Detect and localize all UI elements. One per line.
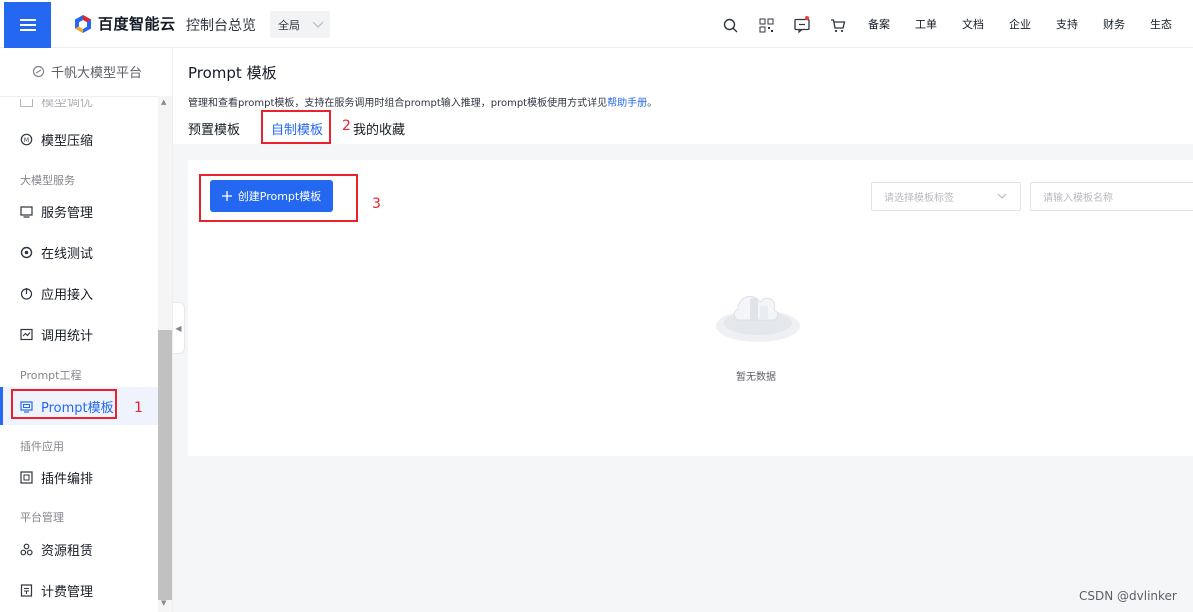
scroll-down-icon[interactable]: ▼ xyxy=(161,599,166,607)
chevron-down-icon xyxy=(997,193,1007,199)
tab-my-favorites[interactable]: 我的收藏 xyxy=(353,119,405,138)
empty-state-text: 暂无数据 xyxy=(736,372,776,383)
chevron-left-icon: ◀ xyxy=(175,323,182,333)
nav-group-llm-service: 大模型服务 xyxy=(20,174,75,187)
sidebar: 千帆大模型平台 模型调优 M 模型压缩 大模型服务 服务管理 在线测试 应用接入… xyxy=(0,48,173,612)
nav-link-ticket[interactable]: 工单 xyxy=(915,16,962,32)
nav-link-beian[interactable]: 备案 xyxy=(868,16,915,32)
page-description: 管理和查看prompt模板，支持在服务调用时组合prompt输入推理，promp… xyxy=(188,98,658,109)
baidu-cloud-logo-icon xyxy=(75,14,91,33)
platform-switcher[interactable]: 千帆大模型平台 xyxy=(32,62,142,81)
sidebar-item-plugin-orchestration[interactable]: 插件编排 xyxy=(20,468,93,487)
message-icon[interactable] xyxy=(784,14,820,36)
sidebar-collapse-button[interactable]: ◀ xyxy=(173,302,185,354)
nav-link-docs[interactable]: 文档 xyxy=(962,16,1009,32)
annotation-box-3 xyxy=(199,174,358,222)
watermark: CSDN @dvlinker xyxy=(1079,589,1177,603)
sidebar-item-resource-rental[interactable]: 资源租赁 xyxy=(20,540,93,559)
platform-icon xyxy=(32,65,45,78)
nav-group-platform-manage: 平台管理 xyxy=(20,511,64,524)
chevron-down-icon xyxy=(312,21,324,28)
annotation-label-3: 3 xyxy=(372,196,381,212)
plug-icon xyxy=(20,288,33,300)
help-manual-link[interactable]: 帮助手册 xyxy=(607,98,647,109)
template-name-search-input[interactable]: 请输入模板名称 xyxy=(1030,182,1193,211)
top-nav-links: 备案 工单 文档 企业 支持 财务 生态 xyxy=(868,16,1193,32)
region-select[interactable]: 全局 xyxy=(270,11,330,38)
nav-link-support[interactable]: 支持 xyxy=(1056,16,1103,32)
service-icon xyxy=(20,206,33,218)
brand-logo[interactable]: 百度智能云 xyxy=(74,13,176,34)
nav-group-prompt-engineering: Prompt工程 xyxy=(20,369,82,382)
page-title: Prompt 模板 xyxy=(188,64,277,82)
annotation-label-2: 2 xyxy=(342,118,351,134)
template-tag-select[interactable]: 请选择模板标签 xyxy=(871,182,1021,211)
cart-icon[interactable] xyxy=(820,14,856,36)
compress-icon: M xyxy=(20,133,33,146)
search-icon[interactable] xyxy=(712,14,748,36)
sidebar-scroll-thumb[interactable] xyxy=(158,330,172,600)
nav-link-finance[interactable]: 财务 xyxy=(1103,16,1150,32)
qrcode-icon[interactable] xyxy=(748,14,784,36)
brand-name: 百度智能云 xyxy=(98,15,176,33)
stats-icon xyxy=(20,328,33,341)
console-overview-link[interactable]: 控制台总览 xyxy=(186,15,256,35)
region-value: 全局 xyxy=(278,18,300,32)
notification-dot xyxy=(805,16,809,20)
sidebar-item-app-access[interactable]: 应用接入 xyxy=(20,284,93,303)
search-placeholder: 请输入模板名称 xyxy=(1043,193,1113,204)
sidebar-item-model-compress[interactable]: M 模型压缩 xyxy=(20,130,93,149)
annotation-box-1 xyxy=(11,389,117,419)
platform-name: 千帆大模型平台 xyxy=(51,66,143,81)
empty-state-icon xyxy=(712,276,804,350)
nav-link-enterprise[interactable]: 企业 xyxy=(1009,16,1056,32)
scroll-up-icon[interactable]: ▲ xyxy=(161,98,166,106)
plugin-icon xyxy=(20,471,33,484)
sidebar-item-model-tuning[interactable]: 模型调优 xyxy=(20,99,93,110)
nav-link-ecosystem[interactable]: 生态 xyxy=(1150,16,1193,32)
test-icon xyxy=(20,246,33,259)
tag-select-placeholder: 请选择模板标签 xyxy=(884,193,954,204)
nav-group-plugin-apps: 插件应用 xyxy=(20,440,64,453)
active-item-indicator xyxy=(0,387,3,425)
billing-icon xyxy=(20,584,33,597)
sidebar-item-service-manage[interactable]: 服务管理 xyxy=(20,202,93,221)
menu-icon[interactable] xyxy=(4,2,51,48)
sidebar-item-call-stats[interactable]: 调用统计 xyxy=(20,325,93,344)
annotation-box-2 xyxy=(261,110,331,144)
svg-text:M: M xyxy=(24,137,29,144)
sidebar-item-online-test[interactable]: 在线测试 xyxy=(20,243,93,262)
divider xyxy=(0,96,158,97)
annotation-label-1: 1 xyxy=(134,400,143,416)
tab-preset-templates[interactable]: 预置模板 xyxy=(188,119,240,138)
resource-icon xyxy=(20,543,33,556)
top-bar: 百度智能云 控制台总览 全局 备案 工单 文档 企业 支持 财务 生态 xyxy=(0,0,1193,48)
sidebar-item-billing[interactable]: 计费管理 xyxy=(20,581,93,600)
